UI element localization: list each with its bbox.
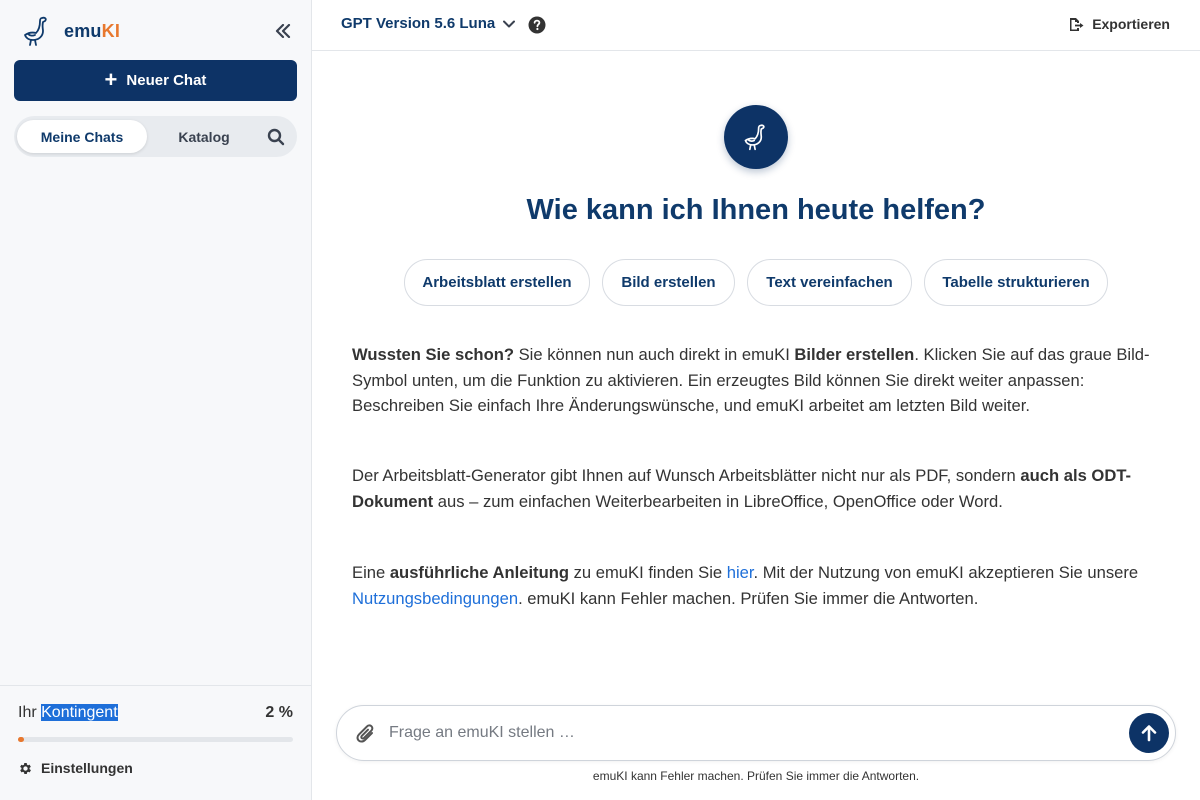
guide-link[interactable]: hier — [727, 563, 754, 582]
arrow-up-icon — [1141, 725, 1157, 742]
chevron-down-icon — [503, 20, 516, 27]
tab-katalog[interactable]: Katalog — [154, 120, 254, 153]
sidebar: emuKI + Neuer Chat Meine Chats Katalog I… — [0, 0, 312, 800]
sidebar-footer: Ihr Kontingent 2 % Einstellungen — [0, 685, 311, 800]
suggestion-chip-arbeitsblatt[interactable]: Arbeitsblatt erstellen — [404, 259, 590, 306]
double-chevron-left-icon — [275, 24, 291, 38]
question-circle-icon[interactable] — [528, 16, 546, 34]
info-paragraph-worksheet: Der Arbeitsblatt-Generator gibt Ihnen au… — [352, 466, 1132, 511]
emu-bird-icon — [24, 16, 47, 46]
quota-value: 2 % — [265, 704, 293, 721]
quota-row: Ihr Kontingent 2 % — [18, 704, 293, 722]
terms-link[interactable]: Nutzungsbedingungen — [352, 589, 518, 608]
suggestion-chip-bild[interactable]: Bild erstellen — [602, 259, 735, 306]
chat-tabs: Meine Chats Katalog — [14, 116, 297, 157]
assistant-avatar — [724, 105, 788, 169]
question-input[interactable] — [389, 716, 1109, 750]
search-icon[interactable] — [266, 127, 286, 147]
suggestion-chip-tabelle[interactable]: Tabelle strukturieren — [924, 259, 1108, 306]
paperclip-icon[interactable] — [355, 722, 377, 746]
suggestion-chip-text[interactable]: Text vereinfachen — [747, 259, 912, 306]
settings-button[interactable]: Einstellungen — [18, 760, 133, 776]
disclaimer: emuKI kann Fehler machen. Prüfen Sie imm… — [592, 769, 920, 783]
quota-label: Ihr Kontingent — [18, 704, 118, 721]
page-title: Wie kann ich Ihnen heute helfen? — [526, 194, 986, 226]
logo-text: emuKI — [64, 20, 121, 41]
quota-progress-bar — [18, 737, 293, 742]
model-name: GPT Version 5.6 Luna — [341, 15, 496, 32]
main-area: GPT Version 5.6 Luna Exportieren Wie kan… — [312, 0, 1200, 800]
model-select[interactable]: GPT Version 5.6 Luna — [341, 15, 516, 32]
composer — [336, 705, 1176, 761]
gear-icon — [20, 762, 31, 774]
new-chat-button[interactable]: + Neuer Chat — [14, 60, 297, 101]
emu-bird-icon — [744, 124, 765, 151]
settings-label: Einstellungen — [41, 760, 133, 776]
info-paragraph-images: Wussten Sie schon? Sie können nun auch d… — [352, 345, 1150, 415]
export-icon — [1070, 17, 1084, 31]
export-button[interactable]: Exportieren — [1069, 16, 1170, 32]
tab-meine-chats[interactable]: Meine Chats — [17, 120, 147, 153]
send-button[interactable] — [1129, 713, 1169, 753]
new-chat-label: Neuer Chat — [126, 72, 207, 89]
quota-progress-fill — [18, 737, 24, 742]
topbar: GPT Version 5.6 Luna Exportieren — [312, 0, 1200, 51]
plus-icon: + — [104, 66, 118, 92]
info-paragraph-guide: Eine ausführliche Anleitung zu emuKI fin… — [352, 563, 1139, 608]
export-label: Exportieren — [1092, 16, 1170, 32]
logo[interactable]: emuKI — [20, 14, 120, 48]
collapse-sidebar-button[interactable] — [272, 20, 294, 42]
